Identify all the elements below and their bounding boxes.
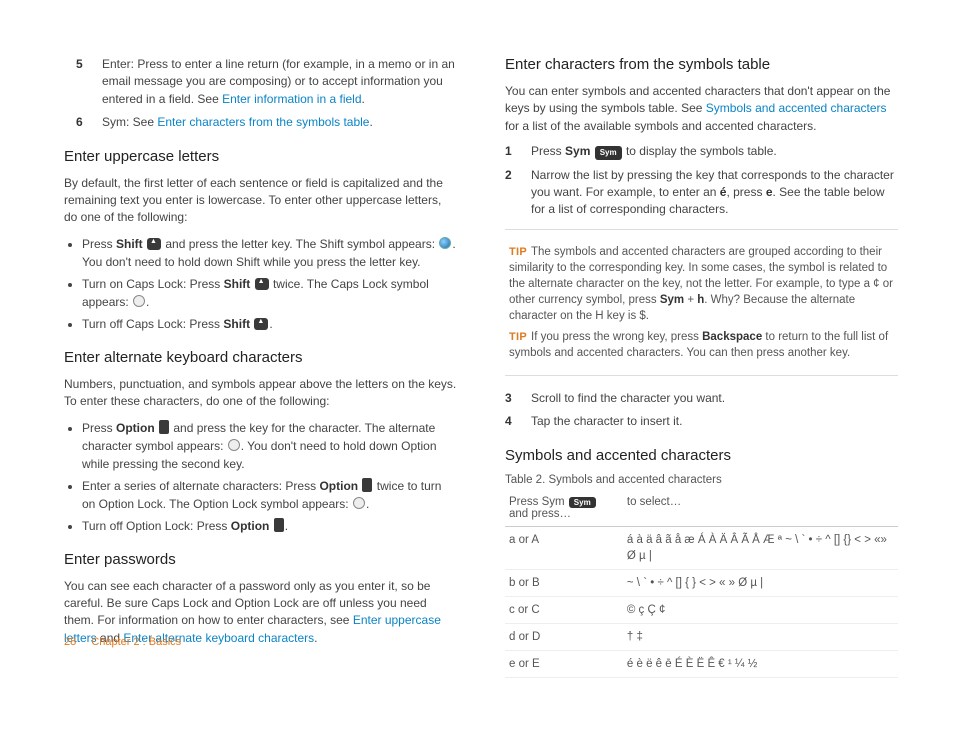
table-row: e or Eé è ë ê ē É È Ë Ê € ¹ ¼ ½	[505, 651, 898, 678]
optlock-symbol-icon	[353, 497, 365, 509]
page-content: 5 Enter: Press to enter a line return (f…	[0, 0, 954, 630]
step-2: 2 Narrow the list by pressing the key th…	[505, 167, 898, 219]
link-enter-info[interactable]: Enter information in a field	[222, 92, 361, 106]
alt-symbol-icon	[228, 439, 240, 451]
list-item-6: 6 Sym: See Enter characters from the sym…	[76, 114, 457, 131]
symbols-table: Press Sym Sym and press… to select… a or…	[505, 490, 898, 679]
table-row: c or C© ç Ç ¢	[505, 597, 898, 624]
link-symbols-table[interactable]: Enter characters from the symbols table	[157, 115, 369, 129]
step-3: 3 Scroll to find the character you want.	[505, 390, 898, 407]
option-icon	[274, 518, 284, 532]
sym-key-icon: Sym	[595, 146, 622, 160]
list-item: Turn on Caps Lock: Press Shift twice. Th…	[82, 275, 457, 311]
table-row: d or D† ‡	[505, 624, 898, 651]
tip-box: TIPThe symbols and accented characters a…	[505, 229, 898, 376]
step-4: 4 Tap the character to insert it.	[505, 413, 898, 430]
option-icon	[362, 478, 372, 492]
list-item-5: 5 Enter: Press to enter a line return (f…	[76, 56, 457, 108]
shift-icon	[255, 278, 269, 290]
capslock-symbol-icon	[133, 295, 145, 307]
list-uppercase: Press Shift and press the letter key. Th…	[64, 235, 457, 333]
heading-symbols-table: Enter characters from the symbols table	[505, 56, 898, 73]
heading-uppercase: Enter uppercase letters	[64, 148, 457, 165]
col-select: to select…	[623, 490, 898, 527]
list-item: Turn off Caps Lock: Press Shift .	[82, 315, 457, 333]
shift-icon	[254, 318, 268, 330]
list-item: Press Option and press the key for the c…	[82, 419, 457, 473]
chapter-label: Chapter 2 : Basics	[91, 636, 181, 648]
sym-key-icon: Sym	[569, 497, 596, 508]
shift-symbol-icon	[439, 237, 451, 249]
link-symbols-chars[interactable]: Symbols and accented characters	[706, 101, 887, 115]
tip-1: TIPThe symbols and accented characters a…	[509, 244, 894, 325]
step-1: 1 Press Sym Sym to display the symbols t…	[505, 143, 898, 160]
table-row: a or Aá à ä â ã å æ Á À Ä Â Ã Å Æ ª ~ \ …	[505, 526, 898, 569]
para-alternate: Numbers, punctuation, and symbols appear…	[64, 376, 457, 411]
para-uppercase: By default, the first letter of each sen…	[64, 175, 457, 227]
page-number: 28	[64, 636, 76, 648]
para-symbols-intro: You can enter symbols and accented chara…	[505, 83, 898, 135]
list-item: Turn off Option Lock: Press Option .	[82, 517, 457, 535]
list-item: Press Shift and press the letter key. Th…	[82, 235, 457, 271]
heading-passwords: Enter passwords	[64, 551, 457, 568]
shift-icon	[147, 238, 161, 250]
list-alternate: Press Option and press the key for the c…	[64, 419, 457, 535]
table-caption: Table 2. Symbols and accented characters	[505, 474, 898, 486]
right-column: Enter characters from the symbols table …	[505, 56, 898, 618]
option-icon	[159, 420, 169, 434]
col-press: Press Sym Sym and press…	[505, 490, 623, 527]
list-item: Enter a series of alternate characters: …	[82, 477, 457, 513]
tip-2: TIPIf you press the wrong key, press Bac…	[509, 329, 894, 361]
heading-alternate: Enter alternate keyboard characters	[64, 349, 457, 366]
table-row: b or B~ \ ` • ÷ ^ [] { } < > « » Ø µ |	[505, 569, 898, 596]
heading-chars: Symbols and accented characters	[505, 447, 898, 464]
left-column: 5 Enter: Press to enter a line return (f…	[64, 56, 457, 618]
